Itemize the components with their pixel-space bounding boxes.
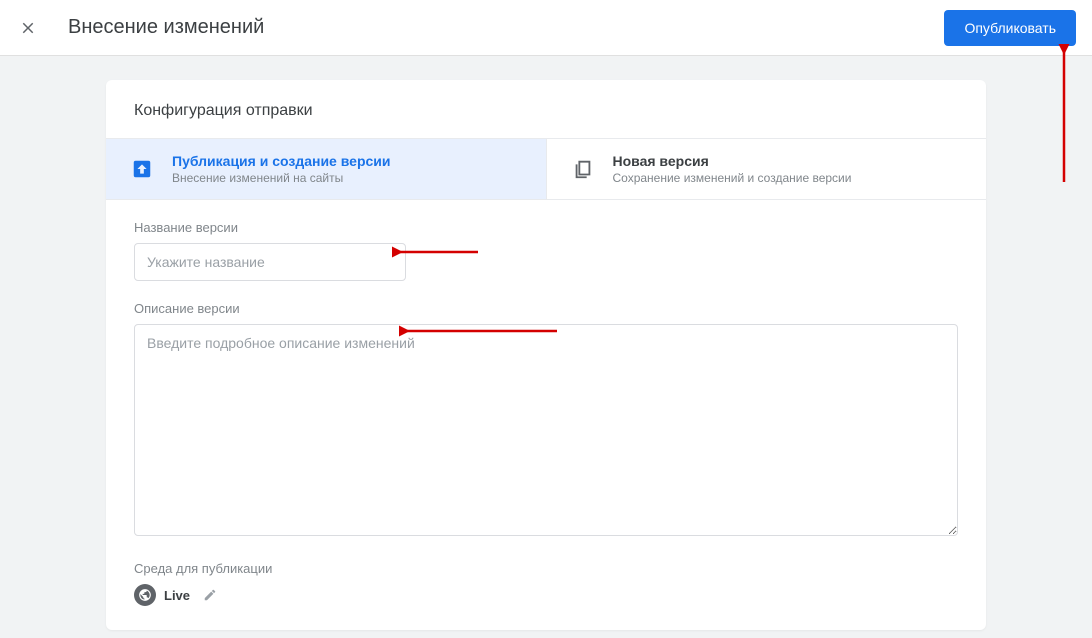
tab-title: Публикация и создание версии <box>172 153 391 169</box>
tab-publish-and-version[interactable]: Публикация и создание версии Внесение из… <box>106 139 547 199</box>
card-title: Конфигурация отправки <box>106 80 986 138</box>
publish-button[interactable]: Опубликовать <box>944 10 1076 46</box>
environment-chip[interactable]: Live <box>134 584 190 606</box>
version-name-input[interactable] <box>134 243 406 281</box>
arrow-annotation-icon <box>1054 44 1074 184</box>
version-name-label: Название версии <box>134 220 958 235</box>
tab-new-version[interactable]: Новая версия Сохранение изменений и созд… <box>547 139 987 199</box>
version-desc-label: Описание версии <box>134 301 958 316</box>
version-icon <box>571 157 595 181</box>
tab-subtitle: Сохранение изменений и создание версии <box>613 171 852 185</box>
tab-title: Новая версия <box>613 153 852 169</box>
submit-config-card: Конфигурация отправки Публикация и созда… <box>106 80 986 630</box>
publish-icon <box>130 157 154 181</box>
environment-name: Live <box>164 588 190 603</box>
dialog-title: Внесение изменений <box>68 16 944 39</box>
edit-environment-button[interactable] <box>202 587 218 603</box>
environment-label: Среда для публикации <box>134 561 958 576</box>
config-tabs: Публикация и создание версии Внесение из… <box>106 138 986 200</box>
dialog-header: Внесение изменений Опубликовать <box>0 0 1092 56</box>
pencil-icon <box>203 588 217 602</box>
globe-icon <box>134 584 156 606</box>
tab-subtitle: Внесение изменений на сайты <box>172 171 391 185</box>
version-desc-textarea[interactable] <box>134 324 958 536</box>
close-icon <box>19 19 37 37</box>
close-button[interactable] <box>16 16 40 40</box>
